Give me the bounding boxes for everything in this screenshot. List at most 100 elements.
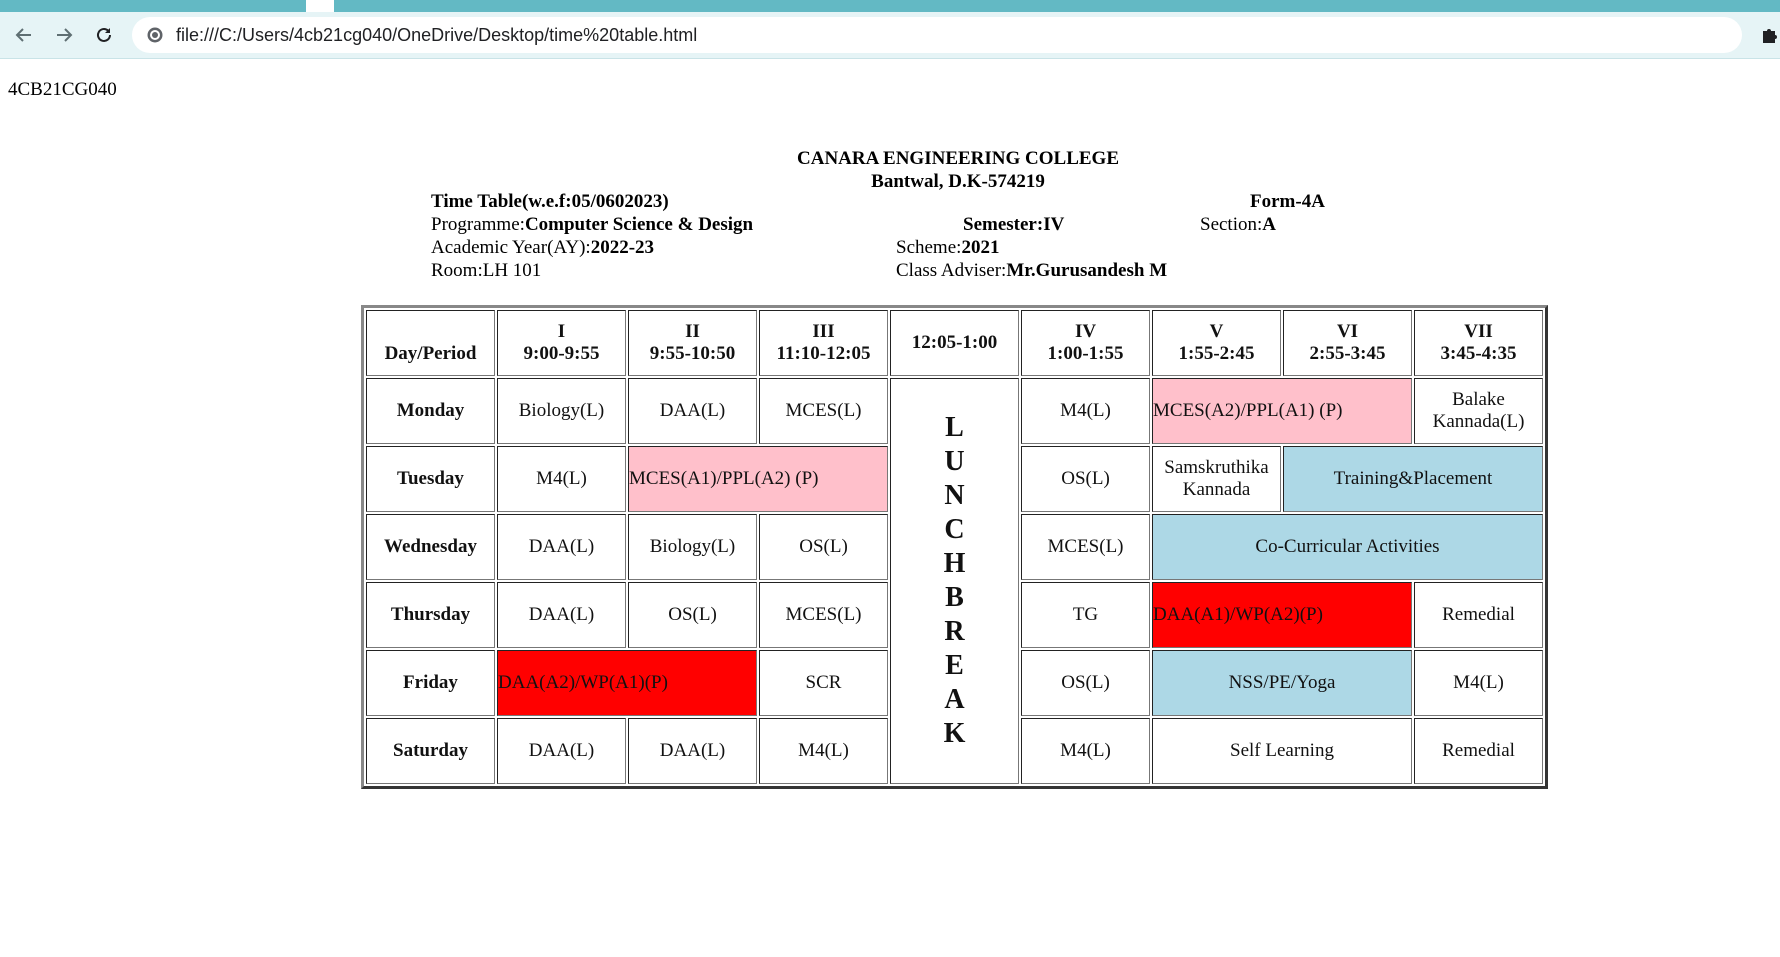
- url-text[interactable]: file:///C:/Users/4cb21cg040/OneDrive/Des…: [176, 25, 697, 46]
- page-content: 4CB21CG040 CANARA ENGINEERING COLLEGE Ba…: [0, 59, 1780, 957]
- address-bar[interactable]: file:///C:/Users/4cb21cg040/OneDrive/Des…: [132, 17, 1742, 53]
- header-period-2: II 9:55-10:50: [628, 310, 757, 376]
- header-day-period: Day/Period: [366, 310, 495, 376]
- cell-thursday-p7: Remedial: [1414, 582, 1543, 648]
- cell-tuesday-p2-3: MCES(A1)/PPL(A2) (P): [628, 446, 888, 512]
- cell-monday-p3: MCES(L): [759, 378, 888, 444]
- day-tuesday: Tuesday: [366, 446, 495, 512]
- header-period-4: IV 1:00-1:55: [1021, 310, 1150, 376]
- browser-toolbar: file:///C:/Users/4cb21cg040/OneDrive/Des…: [0, 12, 1780, 59]
- reload-button[interactable]: [88, 19, 120, 51]
- tab-strip: [0, 0, 1780, 12]
- header-period-1: I 9:00-9:55: [497, 310, 626, 376]
- lunch-letter: R: [944, 616, 965, 647]
- cell-tuesday-p4: OS(L): [1021, 446, 1150, 512]
- programme-value: Computer Science & Design: [524, 214, 754, 235]
- cell-thursday-p5-6: DAA(A1)/WP(A2)(P): [1152, 582, 1412, 648]
- reload-icon: [97, 27, 111, 42]
- forward-button[interactable]: [48, 19, 80, 51]
- lunch-letter: K: [943, 718, 966, 749]
- cell-tuesday-p1: M4(L): [497, 446, 626, 512]
- usn-text: 4CB21CG040: [8, 79, 117, 100]
- cell-friday-p3: SCR: [759, 650, 888, 716]
- cell-saturday-p7: Remedial: [1414, 718, 1543, 784]
- header-period-3: III 11:10-12:05: [759, 310, 888, 376]
- lunch-break-cell: L U N C H B R E A K: [890, 378, 1019, 784]
- active-tab-area[interactable]: [0, 0, 306, 12]
- cell-monday-p2: DAA(L): [628, 378, 757, 444]
- extensions-button[interactable]: [1757, 21, 1780, 49]
- cell-thursday-p4: TG: [1021, 582, 1150, 648]
- cell-tuesday-p6-7: Training&Placement: [1283, 446, 1543, 512]
- lunch-letter: L: [945, 412, 964, 443]
- lunch-letter: N: [944, 480, 965, 511]
- cell-wednesday-p4: MCES(L): [1021, 514, 1150, 580]
- cell-saturday-p5-6: Self Learning: [1152, 718, 1412, 784]
- tab-strip-background: [334, 0, 1780, 12]
- site-info-icon[interactable]: [146, 26, 164, 44]
- cell-monday-p1: Biology(L): [497, 378, 626, 444]
- cell-monday-p7: Balake Kannada(L): [1414, 378, 1543, 444]
- header-period-7: VII 3:45-4:35: [1414, 310, 1543, 376]
- ay-value: 2022-23: [590, 237, 655, 258]
- lunch-letter: U: [944, 446, 965, 477]
- section-value: A: [1262, 214, 1277, 235]
- cell-friday-p4: OS(L): [1021, 650, 1150, 716]
- programme-line: Programme:Computer Science & Design: [431, 213, 753, 236]
- lunch-letter: H: [943, 548, 966, 579]
- cell-wednesday-p1: DAA(L): [497, 514, 626, 580]
- day-saturday: Saturday: [366, 718, 495, 784]
- lunch-letter: B: [945, 582, 964, 613]
- academic-year-line: Academic Year(AY):2022-23: [431, 236, 654, 259]
- lunch-letter: A: [944, 684, 965, 715]
- ay-label: Academic Year(AY):: [431, 237, 591, 258]
- header-row: Day/Period I 9:00-9:55 II 9:55-10:50 III 11…: [366, 310, 1543, 376]
- timetable: Day/Period I 9:00-9:55 II 9:55-10:50 III 11…: [361, 305, 1548, 789]
- day-thursday: Thursday: [366, 582, 495, 648]
- cell-monday-p4: M4(L): [1021, 378, 1150, 444]
- puzzle-extension-icon: [1763, 29, 1777, 43]
- cell-wednesday-p5-7: Co-Curricular Activities: [1152, 514, 1543, 580]
- day-friday: Friday: [366, 650, 495, 716]
- room-line: Room:LH 101: [431, 260, 542, 281]
- semester-line: Semester:IV: [963, 213, 1064, 236]
- header-period-5: V 1:55-2:45: [1152, 310, 1281, 376]
- back-button[interactable]: [8, 19, 40, 51]
- adviser-label: Class Adviser:: [896, 260, 1007, 281]
- cell-monday-p5-6: MCES(A2)/PPL(A1) (P): [1152, 378, 1412, 444]
- semester-value: IV: [1043, 214, 1065, 235]
- cell-saturday-p1: DAA(L): [497, 718, 626, 784]
- adviser-line: Class Adviser:Mr.Gurusandesh M: [896, 259, 1167, 282]
- cell-wednesday-p3: OS(L): [759, 514, 888, 580]
- cell-saturday-p4: M4(L): [1021, 718, 1150, 784]
- scheme-line: Scheme:2021: [896, 236, 999, 259]
- header-period-6: VI 2:55-3:45: [1283, 310, 1412, 376]
- section-label: Section:: [1200, 214, 1263, 235]
- day-wednesday: Wednesday: [366, 514, 495, 580]
- forward-arrow-icon: [57, 28, 73, 42]
- cell-saturday-p3: M4(L): [759, 718, 888, 784]
- lunch-letter: C: [944, 514, 965, 545]
- day-monday: Monday: [366, 378, 495, 444]
- scheme-value: 2021: [961, 237, 1000, 258]
- cell-wednesday-p2: Biology(L): [628, 514, 757, 580]
- adviser-value: Mr.Gurusandesh M: [1006, 260, 1168, 281]
- time-table-label: Time Table(w.e.f:05/0602023): [431, 191, 669, 212]
- row-monday: Monday Biology(L) DAA(L) MCES(L) L U N C…: [366, 378, 1543, 784]
- cell-thursday-p2: OS(L): [628, 582, 757, 648]
- semester-label: Semester:: [963, 214, 1044, 235]
- cell-friday-p1-2: DAA(A2)/WP(A1)(P): [497, 650, 757, 716]
- cell-thursday-p3: MCES(L): [759, 582, 888, 648]
- lunch-letter: E: [945, 650, 964, 681]
- cell-friday-p7: M4(L): [1414, 650, 1543, 716]
- scheme-label: Scheme:: [896, 237, 962, 258]
- college-address: Bantwal, D.K-574219: [871, 171, 1045, 192]
- college-name: CANARA ENGINEERING COLLEGE: [797, 148, 1119, 169]
- cell-saturday-p2: DAA(L): [628, 718, 757, 784]
- header-lunch-time: 12:05-1:00: [890, 310, 1019, 376]
- cell-thursday-p1: DAA(L): [497, 582, 626, 648]
- cell-friday-p5-6: NSS/PE/Yoga: [1152, 650, 1412, 716]
- form-label: Form-4A: [1250, 191, 1325, 212]
- back-arrow-icon: [15, 28, 31, 42]
- section-line: Section:A: [1200, 213, 1276, 236]
